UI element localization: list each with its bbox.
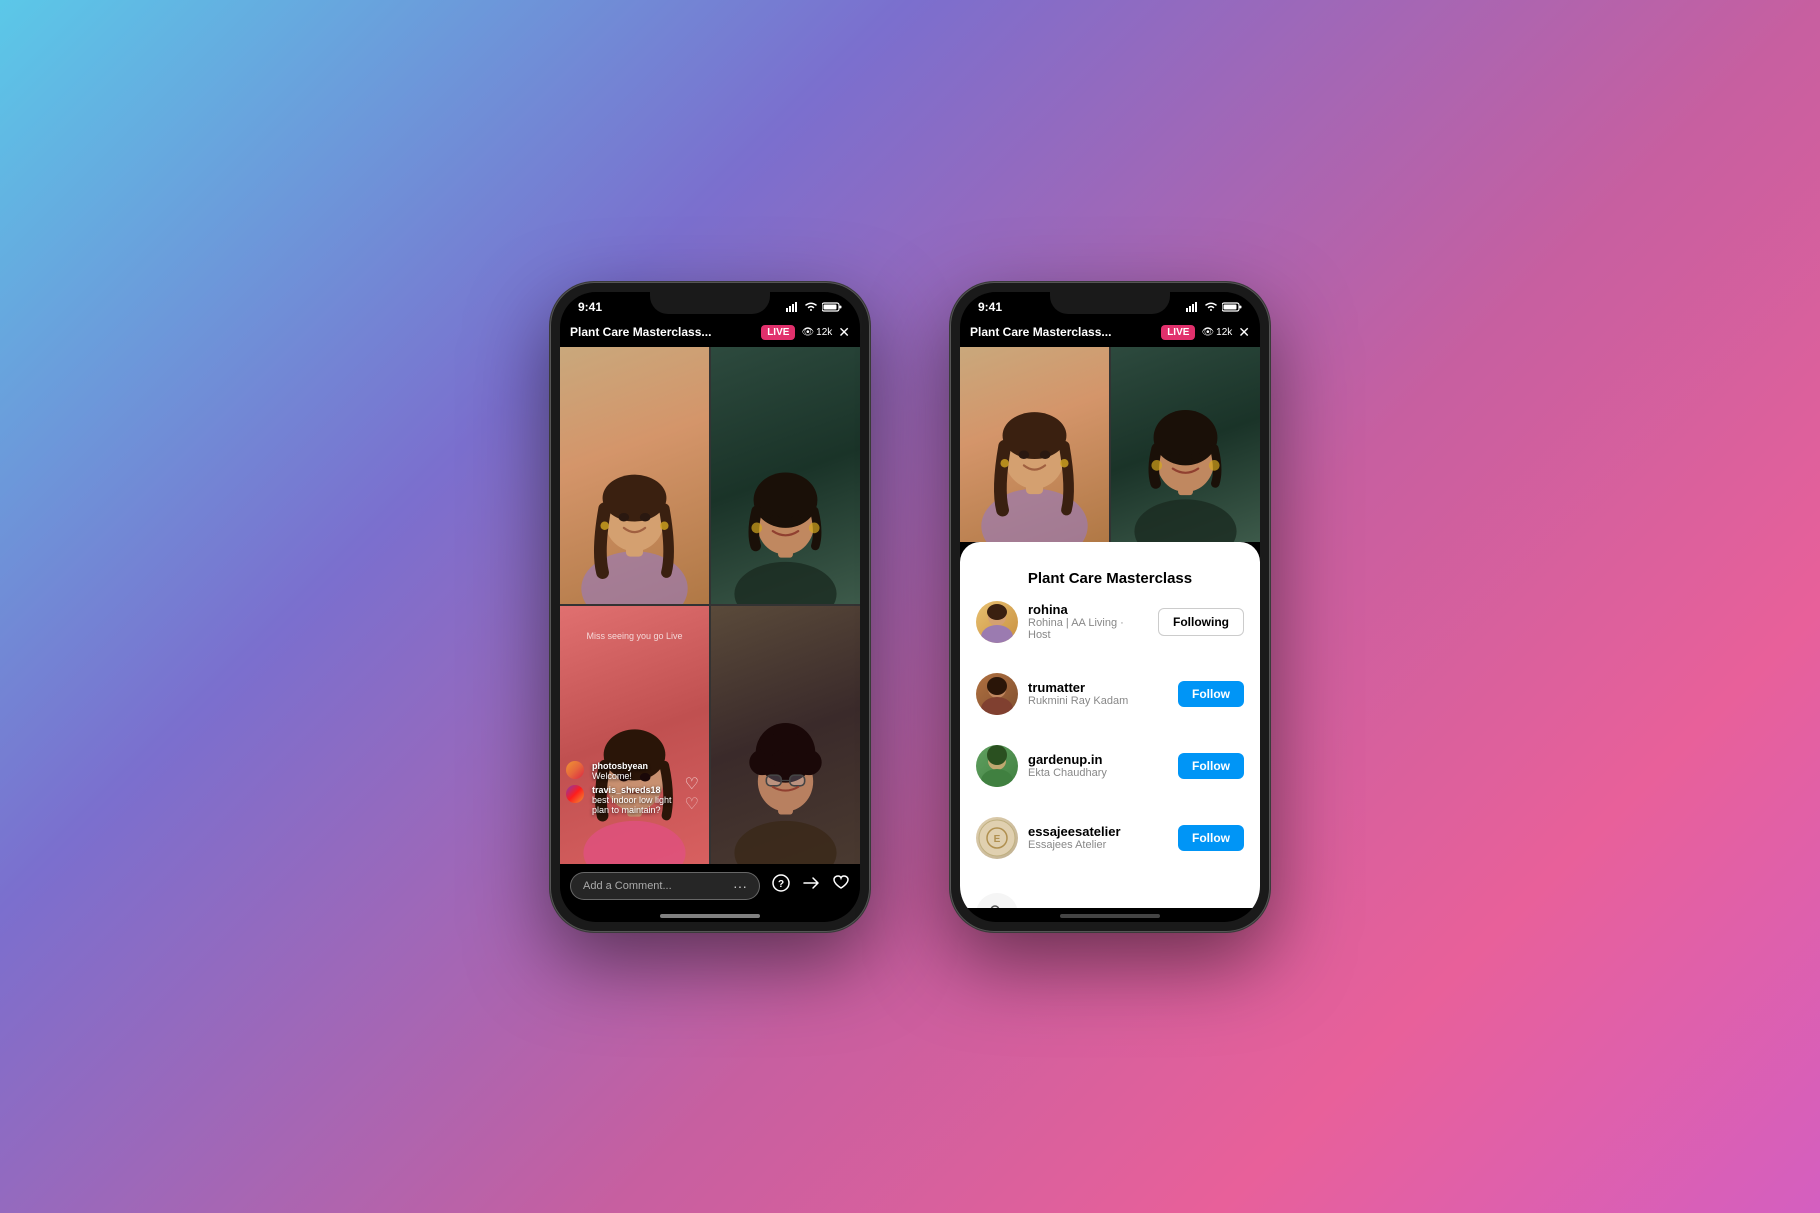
request-join-row[interactable]: Request to Join <box>976 893 1244 908</box>
comment-placeholder: Add a Comment... <box>583 880 725 892</box>
phone-left: 9:41 <box>550 282 870 932</box>
live-badge-left: LIVE <box>761 325 795 340</box>
battery-icon-left <box>822 302 842 312</box>
comment-avatar-2 <box>566 785 584 803</box>
miss-going-live: Miss seeing you go Live <box>560 626 709 644</box>
video-cell-1 <box>560 347 709 605</box>
video-cell-4 <box>711 606 860 864</box>
live-badge-right: LIVE <box>1161 325 1195 340</box>
request-join-icon <box>976 893 1018 908</box>
status-icons-right <box>1186 302 1242 312</box>
live-title-left: Plant Care Masterclass... <box>570 325 755 339</box>
signal-icon-right <box>1186 302 1200 312</box>
person-svg-2 <box>711 347 860 605</box>
comment-bar-left: Add a Comment... ··· ? <box>560 864 860 908</box>
video-grid-left: Miss seeing you go Live photosbyean Welc… <box>560 347 860 864</box>
battery-icon-right <box>1222 302 1242 312</box>
live-header-left: Plant Care Masterclass... LIVE 👁 12k ✕ <box>560 318 860 347</box>
wifi-icon-left <box>804 302 818 312</box>
comment-2: travis_shreds18 best indoor low light pl… <box>566 785 679 815</box>
video-grid-right <box>960 347 1260 542</box>
heart-icon-bar[interactable] <box>832 874 850 897</box>
home-indicator-right <box>1060 914 1160 918</box>
participant-name-gardenup: gardenup.in <box>1028 752 1168 767</box>
participant-row-essajees: E essajeesatelier Essajees Atelier Follo… <box>976 817 1244 859</box>
video-cell-right-1 <box>960 347 1109 542</box>
person-art-3 <box>560 606 709 864</box>
close-btn-left[interactable]: ✕ <box>838 324 850 341</box>
comment-text-1: photosbyean Welcome! <box>592 761 679 781</box>
participant-sub-gardenup: Ekta Chaudhary <box>1028 767 1168 779</box>
person-art-right-1 <box>960 347 1109 542</box>
notch-right <box>1050 292 1170 314</box>
svg-text:?: ? <box>778 879 784 890</box>
person-svg-3 <box>560 606 709 864</box>
avatar-trumatter <box>976 673 1018 715</box>
participant-sub-rohina: Rohina | AA Living · Host <box>1028 617 1148 641</box>
heart-float: ♡ <box>685 774 699 794</box>
comment-text-2: travis_shreds18 best indoor low light pl… <box>592 785 679 815</box>
panel-title: Plant Care Masterclass <box>976 570 1244 587</box>
comment-1: photosbyean Welcome! <box>566 761 679 781</box>
viewer-count-left: 👁 12k <box>801 327 832 338</box>
signal-icon-left <box>786 302 800 312</box>
video-cell-2 <box>711 347 860 605</box>
live-title-right: Plant Care Masterclass... <box>970 325 1155 339</box>
video-cell-right-2 <box>1111 347 1260 542</box>
eye-icon-right: 👁 <box>1201 327 1214 338</box>
participant-row-gardenup: gardenup.in Ekta Chaudhary Follow <box>976 745 1244 787</box>
follow-btn-trumatter[interactable]: Follow <box>1178 681 1244 707</box>
home-indicator-left <box>660 914 760 918</box>
person-plus-icon <box>986 903 1008 908</box>
following-btn-rohina[interactable]: Following <box>1158 608 1244 636</box>
phone-right: 9:41 <box>950 282 1270 932</box>
participant-info-trumatter: trumatter Rukmini Ray Kadam <box>1028 680 1168 707</box>
heart-float-2: ♡ <box>685 794 699 814</box>
participant-sub-essajees: Essajees Atelier <box>1028 839 1168 851</box>
follow-btn-essajees[interactable]: Follow <box>1178 825 1244 851</box>
person-art-1 <box>560 347 709 605</box>
phone-right-screen: 9:41 <box>960 292 1260 922</box>
person-svg-4 <box>711 606 860 864</box>
participant-name-trumatter: trumatter <box>1028 680 1168 695</box>
person-art-right-2 <box>1111 347 1260 542</box>
follow-btn-gardenup[interactable]: Follow <box>1178 753 1244 779</box>
avatar-gardenup <box>976 745 1018 787</box>
panel-sheet: Plant Care Masterclass rohina Rohina | A… <box>960 542 1260 908</box>
comments-area: photosbyean Welcome! travis_shreds18 bes… <box>566 761 679 819</box>
eye-icon-left: 👁 <box>801 327 814 338</box>
notch-left <box>650 292 770 314</box>
person-art-4 <box>711 606 860 864</box>
participant-info-rohina: rohina Rohina | AA Living · Host <box>1028 602 1148 641</box>
participant-row-rohina: rohina Rohina | AA Living · Host Followi… <box>976 601 1244 643</box>
participant-sub-trumatter: Rukmini Ray Kadam <box>1028 695 1168 707</box>
person-art-2 <box>711 347 860 605</box>
phone-left-screen: 9:41 <box>560 292 860 922</box>
question-icon[interactable]: ? <box>772 874 790 897</box>
live-header-right: Plant Care Masterclass... LIVE 👁 12k ✕ <box>960 318 1260 347</box>
avatar-rohina <box>976 601 1018 643</box>
viewer-count-right: 👁 12k <box>1201 327 1232 338</box>
video-cell-3: Miss seeing you go Live photosbyean Welc… <box>560 606 709 864</box>
time-right: 9:41 <box>978 300 1002 314</box>
participant-name-essajees: essajeesatelier <box>1028 824 1168 839</box>
comment-dots: ··· <box>733 878 747 894</box>
svg-text:E: E <box>994 834 1001 845</box>
participant-row-trumatter: trumatter Rukmini Ray Kadam Follow <box>976 673 1244 715</box>
send-icon[interactable] <box>802 874 820 897</box>
request-join-text: Request to Join <box>1028 906 1126 908</box>
participant-name-rohina: rohina <box>1028 602 1148 617</box>
participant-info-gardenup: gardenup.in Ekta Chaudhary <box>1028 752 1168 779</box>
participant-info-essajees: essajeesatelier Essajees Atelier <box>1028 824 1168 851</box>
status-icons-left <box>786 302 842 312</box>
wifi-icon-right <box>1204 302 1218 312</box>
avatar-essajees: E <box>976 817 1018 859</box>
comment-avatar-1 <box>566 761 584 779</box>
close-btn-right[interactable]: ✕ <box>1238 324 1250 341</box>
person-svg-1 <box>560 347 709 605</box>
time-left: 9:41 <box>578 300 602 314</box>
comment-input-field[interactable]: Add a Comment... ··· <box>570 872 760 900</box>
